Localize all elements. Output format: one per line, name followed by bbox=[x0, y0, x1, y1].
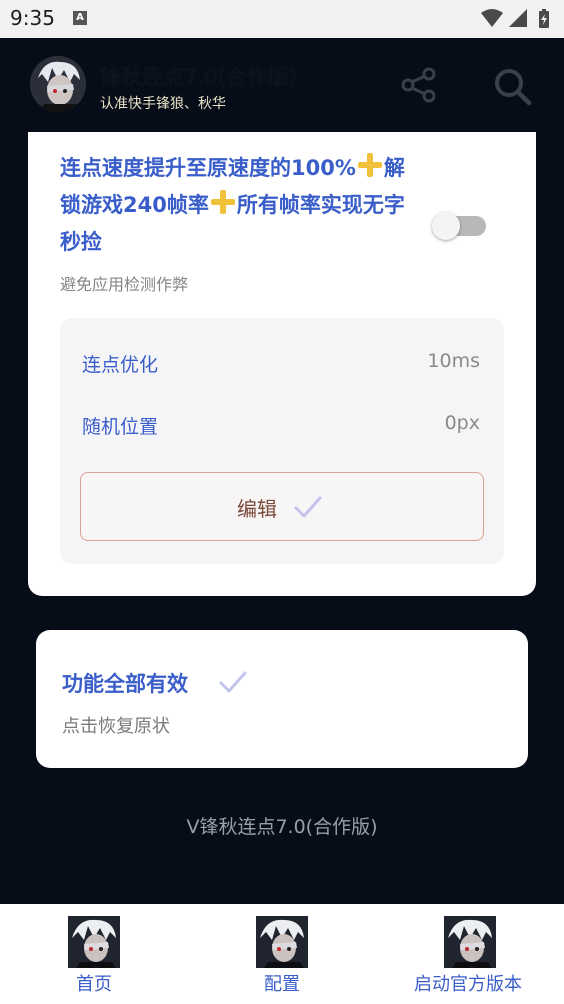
launch-avatar-icon bbox=[444, 916, 496, 968]
features-status-subtitle: 点击恢复原状 bbox=[62, 716, 170, 737]
home-avatar-icon bbox=[68, 916, 120, 968]
features-status-title: 功能全部有效 bbox=[62, 672, 188, 696]
wifi-icon bbox=[481, 9, 503, 27]
config-avatar-icon bbox=[256, 916, 308, 968]
avatar-image bbox=[30, 56, 86, 112]
nav-item-config[interactable]: 配置 bbox=[188, 904, 376, 1004]
edit-button[interactable]: 编辑 bbox=[80, 472, 484, 541]
speed-boost-title: 连点速度提升至原速度的100% 解锁游戏240帧率 所有帧率实现无字秒捡 bbox=[60, 150, 416, 261]
yellow-plus-icon bbox=[357, 152, 383, 178]
speed-boost-card: 连点速度提升至原速度的100% 解锁游戏240帧率 所有帧率实现无字秒捡 避免应用检… bbox=[28, 132, 536, 596]
random-position-value: 0px bbox=[444, 412, 480, 434]
toggle-knob bbox=[432, 212, 460, 240]
notification-icon: A bbox=[73, 11, 87, 25]
signal-icon bbox=[509, 9, 527, 27]
nav-label-config: 配置 bbox=[264, 974, 300, 995]
app-title: 锋秋连点7.0(合作版) bbox=[100, 65, 297, 89]
app-subtitle: 认准快手锋狼、秋华 bbox=[100, 96, 226, 112]
random-position-label: 随机位置 bbox=[82, 416, 159, 438]
bottom-nav: 首页 配置 启动官方版本 bbox=[0, 904, 564, 1004]
version-text: V锋秋连点7.0(合作版) bbox=[186, 816, 378, 838]
battery-icon bbox=[539, 9, 549, 28]
share-icon[interactable] bbox=[400, 66, 438, 104]
status-time: 9:35 bbox=[10, 6, 55, 30]
nav-label-launch-official: 启动官方版本 bbox=[414, 974, 522, 995]
nav-item-home[interactable]: 首页 bbox=[0, 904, 188, 1004]
click-optimize-value: 10ms bbox=[427, 350, 480, 372]
settings-panel: 连点优化 10ms 随机位置 0px 编辑 bbox=[60, 318, 504, 564]
nav-item-launch-official[interactable]: 启动官方版本 bbox=[376, 904, 564, 1004]
app-avatar bbox=[30, 56, 86, 112]
click-optimize-label: 连点优化 bbox=[82, 354, 159, 376]
status-icons bbox=[481, 9, 549, 28]
features-status-card[interactable]: 功能全部有效 点击恢复原状 bbox=[36, 630, 528, 768]
app-header: 锋秋连点7.0(合作版) 认准快手锋狼、秋华 bbox=[0, 38, 564, 132]
check-icon bbox=[294, 496, 322, 518]
nav-label-home: 首页 bbox=[76, 974, 112, 995]
status-bar: 9:35 A bbox=[0, 0, 564, 38]
edit-button-label: 编辑 bbox=[237, 497, 277, 521]
yellow-plus-icon bbox=[210, 189, 236, 215]
speed-boost-subtitle: 避免应用检测作弊 bbox=[60, 275, 189, 294]
title-part-speed: 连点速度提升至原速度的100% bbox=[60, 156, 356, 180]
check-icon bbox=[219, 671, 247, 693]
search-icon[interactable] bbox=[492, 66, 532, 106]
speed-boost-toggle[interactable] bbox=[432, 212, 486, 240]
